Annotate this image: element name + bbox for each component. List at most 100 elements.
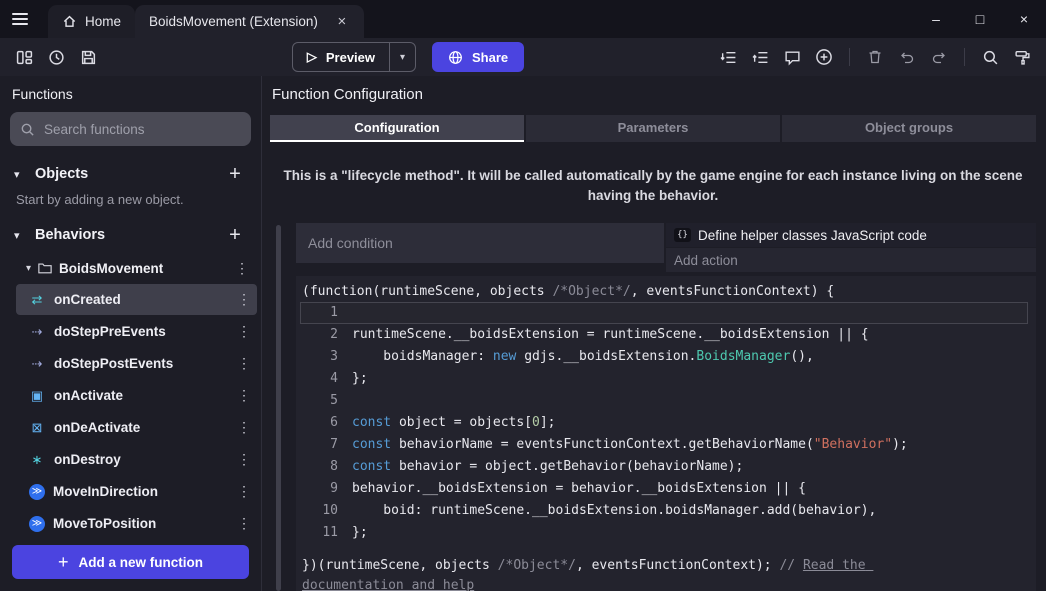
code-line[interactable]: 10 boid: runtimeScene.__boidsExtension.b…: [300, 500, 1028, 522]
chevron-down-icon: ▾: [400, 52, 405, 63]
behaviors-section-header[interactable]: ▾ Behaviors +: [0, 217, 261, 253]
item-menu-icon[interactable]: ⋮: [235, 451, 253, 468]
preview-label: Preview: [326, 50, 375, 65]
function-list-item[interactable]: ≫MoveInDirection⋮: [16, 476, 257, 507]
events-sheet: Add condition {} Define helper classes J…: [270, 223, 1036, 591]
add-condition-button[interactable]: Add condition: [296, 223, 664, 263]
move-to-position-icon: ≫: [29, 516, 45, 532]
trash-icon[interactable]: [861, 43, 889, 71]
close-button[interactable]: ×: [1002, 0, 1046, 38]
preview-button[interactable]: ▷ Preview ▾: [292, 42, 416, 72]
globe-icon: [448, 50, 463, 65]
code-line[interactable]: 9behavior.__boidsExtension = behavior.__…: [300, 478, 1028, 500]
menu-icon[interactable]: [0, 0, 40, 38]
function-name: MoveToPosition: [53, 516, 227, 531]
add-behavior-button[interactable]: +: [223, 224, 247, 246]
tab-object-groups[interactable]: Object groups: [782, 115, 1036, 142]
undo-icon[interactable]: [893, 43, 921, 71]
item-menu-icon[interactable]: ⋮: [235, 291, 253, 308]
search-functions-box[interactable]: [10, 112, 251, 146]
close-tab-icon[interactable]: ×: [334, 13, 350, 30]
code-token: };: [352, 525, 368, 540]
item-menu-icon[interactable]: ⋮: [235, 387, 253, 404]
behavior-folder-boidsmovement[interactable]: ▾ BoidsMovement ⋮: [0, 253, 261, 283]
code-line[interactable]: 11};: [300, 522, 1028, 544]
code-token: })(runtimeScene, objects: [302, 558, 498, 573]
preview-button-main[interactable]: ▷ Preview: [293, 43, 389, 71]
code-line[interactable]: 7const behaviorName = eventsFunctionCont…: [300, 434, 1028, 456]
code-token: (function(runtimeScene, objects: [302, 284, 552, 299]
history-icon[interactable]: [42, 43, 70, 71]
line-number: 4: [300, 368, 352, 390]
item-menu-icon[interactable]: ⋮: [235, 419, 253, 436]
search-functions-input[interactable]: [44, 122, 241, 137]
tab-home[interactable]: Home: [48, 5, 135, 38]
item-menu-icon[interactable]: ⋮: [235, 323, 253, 340]
line-number: 2: [300, 324, 352, 346]
minimize-button[interactable]: –: [914, 0, 958, 38]
save-icon[interactable]: [74, 43, 102, 71]
function-list-item[interactable]: ≫ MoveToPosition ⋮: [16, 508, 257, 535]
function-list-item[interactable]: ▣onActivate⋮: [16, 380, 257, 411]
javascript-code-icon: {}: [674, 228, 691, 242]
code-editor[interactable]: (function(runtimeScene, objects /*Object…: [296, 276, 1036, 591]
code-token: const: [352, 415, 391, 430]
code-line[interactable]: 8const behavior = object.getBehavior(beh…: [300, 456, 1028, 478]
code-text: const behavior = object.getBehavior(beha…: [352, 456, 743, 478]
tab-parameters[interactable]: Parameters: [526, 115, 780, 142]
code-header-line: (function(runtimeScene, objects /*Object…: [300, 281, 1028, 302]
code-token: 0: [532, 415, 540, 430]
tab-configuration[interactable]: Configuration: [270, 115, 524, 142]
js-code-event-title: Define helper classes JavaScript code: [698, 228, 927, 243]
titlebar: Home BoidsMovement (Extension) × – □ ×: [0, 0, 1046, 38]
theme-brush-icon[interactable]: [1008, 43, 1036, 71]
redo-icon[interactable]: [925, 43, 953, 71]
function-name: onDestroy: [54, 452, 227, 467]
code-line[interactable]: 6const object = objects[0];: [300, 412, 1028, 434]
code-line[interactable]: 2runtimeScene.__boidsExtension = runtime…: [300, 324, 1028, 346]
unfold-events-icon[interactable]: [746, 43, 774, 71]
item-menu-icon[interactable]: ⋮: [233, 260, 251, 277]
function-list-item[interactable]: ⇢doStepPostEvents⋮: [16, 348, 257, 379]
function-list-item[interactable]: ⊠onDeActivate⋮: [16, 412, 257, 443]
code-line[interactable]: 5: [300, 390, 1028, 412]
plus-icon: +: [58, 552, 69, 573]
code-line[interactable]: 1: [300, 302, 1028, 324]
project-manager-icon[interactable]: [10, 43, 38, 71]
function-list-item[interactable]: ∗onDestroy⋮: [16, 444, 257, 475]
toolbar-divider: [964, 48, 965, 66]
add-object-button[interactable]: +: [223, 163, 247, 185]
search-icon: [20, 122, 35, 137]
maximize-button[interactable]: □: [958, 0, 1002, 38]
comment-icon[interactable]: [778, 43, 806, 71]
move-in-direction-icon: ≫: [29, 484, 45, 500]
functions-tree: ▾ Objects + Start by adding a new object…: [0, 156, 261, 535]
objects-section-header[interactable]: ▾ Objects +: [0, 156, 261, 192]
line-number: 5: [300, 390, 352, 412]
tab-boidsmovement-extension[interactable]: BoidsMovement (Extension) ×: [135, 5, 364, 38]
chevron-down-icon: ▾: [26, 263, 31, 274]
js-code-event-header[interactable]: {} Define helper classes JavaScript code: [666, 223, 1036, 247]
search-icon[interactable]: [976, 43, 1004, 71]
toolbar-left-group: [10, 43, 102, 71]
code-token: const: [352, 437, 391, 452]
add-function-button[interactable]: + Add a new function: [12, 545, 249, 579]
code-token: behaviorName = eventsFunctionContext.get…: [391, 437, 814, 452]
item-menu-icon[interactable]: ⋮: [235, 483, 253, 500]
play-icon: ▷: [307, 49, 317, 65]
item-menu-icon[interactable]: ⋮: [235, 355, 253, 372]
function-configuration-panel: Function Configuration Configuration Par…: [262, 76, 1046, 591]
add-event-icon[interactable]: [810, 43, 838, 71]
code-token: boidsManager:: [352, 349, 493, 364]
item-menu-icon[interactable]: ⋮: [235, 515, 253, 532]
code-text: behavior.__boidsExtension = behavior.__b…: [352, 478, 806, 500]
code-line[interactable]: 4};: [300, 368, 1028, 390]
preview-dropdown-button[interactable]: ▾: [389, 43, 415, 71]
function-list-item[interactable]: ⇄onCreated⋮: [16, 284, 257, 315]
code-line[interactable]: 3 boidsManager: new gdjs.__boidsExtensio…: [300, 346, 1028, 368]
fold-events-icon[interactable]: [714, 43, 742, 71]
events-drag-handle[interactable]: [276, 225, 281, 591]
share-button[interactable]: Share: [432, 42, 524, 72]
add-action-button[interactable]: Add action: [666, 248, 1036, 272]
function-list-item[interactable]: ⇢doStepPreEvents⋮: [16, 316, 257, 347]
